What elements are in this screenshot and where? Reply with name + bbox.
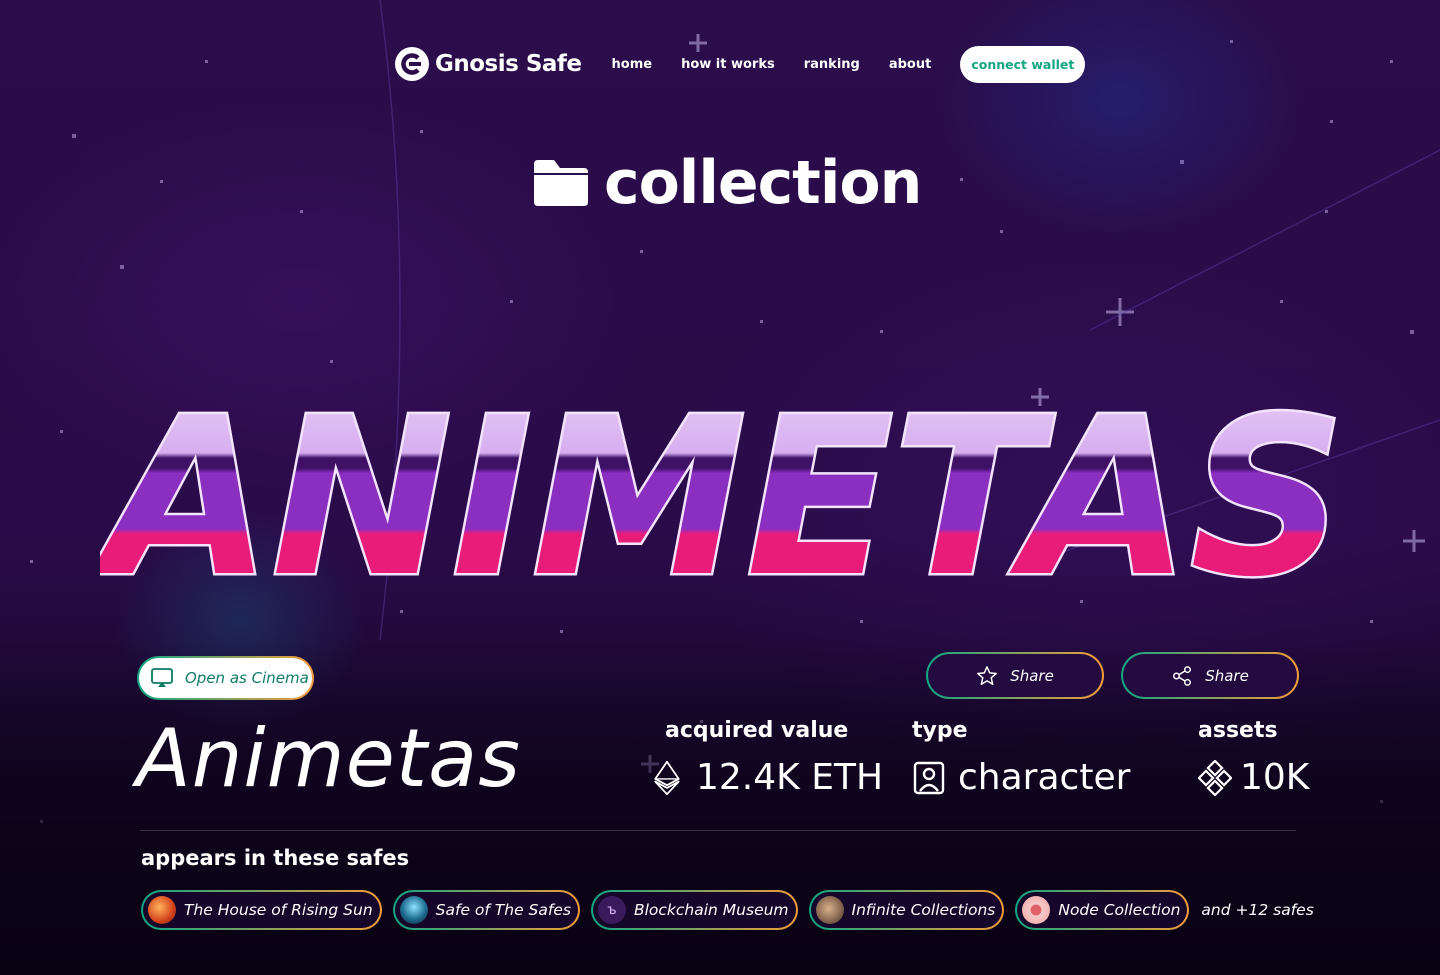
logo-text: Gnosis Safe	[435, 51, 582, 77]
safe-chip[interactable]: Node Collection	[1015, 890, 1189, 930]
section-heading: collection	[532, 148, 922, 218]
gnosis-logo-icon	[395, 47, 429, 81]
more-safes-link[interactable]: and +12 safes	[1201, 901, 1313, 919]
share-button[interactable]: Share	[1121, 652, 1299, 699]
favorite-button[interactable]: Share	[926, 652, 1104, 699]
stat-assets-label: assets	[1198, 718, 1278, 743]
safe-chip[interactable]: Safe of The Safes	[393, 890, 580, 930]
safes-heading: appears in these safes	[141, 846, 410, 870]
safe-chip-label: Node Collection	[1058, 901, 1181, 919]
star-icon	[977, 665, 998, 685]
gnosis-logo[interactable]: Gnosis Safe	[395, 47, 582, 81]
stat-acquired-amount: 12.4K ETH	[696, 757, 884, 798]
ethereum-icon	[654, 760, 680, 795]
stat-type-value: character	[958, 757, 1131, 798]
nav-link-home[interactable]: home	[612, 57, 653, 72]
cast-screen-icon	[151, 668, 173, 687]
stat-assets-value: 10K	[1240, 757, 1310, 798]
nav-link-how-it-works[interactable]: how it works	[681, 57, 775, 72]
open-cinema-button[interactable]: Open as Cinema	[137, 656, 314, 700]
top-nav: Gnosis Safe home how it works ranking ab…	[395, 45, 1086, 83]
safe-chip-label: Safe of The Safes	[435, 901, 571, 919]
safe-chip[interactable]: Infinite Collections	[809, 890, 1005, 930]
folder-icon	[534, 160, 588, 206]
safes-list: The House of Rising Sun Safe of The Safe…	[141, 890, 1314, 930]
stat-type: type character	[912, 718, 1130, 798]
diamond-grid-icon	[1198, 759, 1232, 796]
favorite-button-label: Share	[1010, 666, 1054, 685]
section-title: collection	[604, 148, 922, 218]
nav-link-ranking[interactable]: ranking	[804, 57, 860, 72]
share-icon	[1173, 665, 1192, 686]
divider	[140, 830, 1296, 831]
safe-avatar: ъ	[597, 896, 626, 924]
stat-assets: assets 10K	[1198, 718, 1309, 798]
safe-chip-label: Blockchain Museum	[633, 901, 789, 919]
safe-chip[interactable]: The House of Rising Sun	[141, 890, 382, 930]
safe-chip-label: Infinite Collections	[851, 901, 996, 919]
open-cinema-label: Open as Cinema	[185, 669, 309, 687]
nav-link-about[interactable]: about	[889, 57, 931, 72]
share-button-label: Share	[1205, 666, 1249, 685]
safe-avatar	[148, 896, 176, 924]
hero-title-logo: ANIMETAS	[100, 395, 1347, 580]
connect-wallet-button[interactable]: connect wallet	[960, 45, 1086, 83]
safe-chip-label: The House of Rising Sun	[184, 901, 373, 919]
stat-type-label: type	[912, 718, 968, 743]
safe-avatar	[399, 896, 428, 924]
collection-name: Animetas	[136, 712, 521, 805]
portrait-icon	[913, 761, 945, 794]
stat-acquired-value: acquired value 12.4K ETH	[650, 718, 883, 798]
safe-avatar	[815, 896, 844, 924]
hero-title-text: ANIMETAS	[100, 395, 1345, 580]
stat-acquired-label: acquired value	[665, 718, 849, 743]
safe-chip[interactable]: ъ Blockchain Museum	[591, 890, 798, 930]
safe-avatar	[1022, 896, 1051, 924]
